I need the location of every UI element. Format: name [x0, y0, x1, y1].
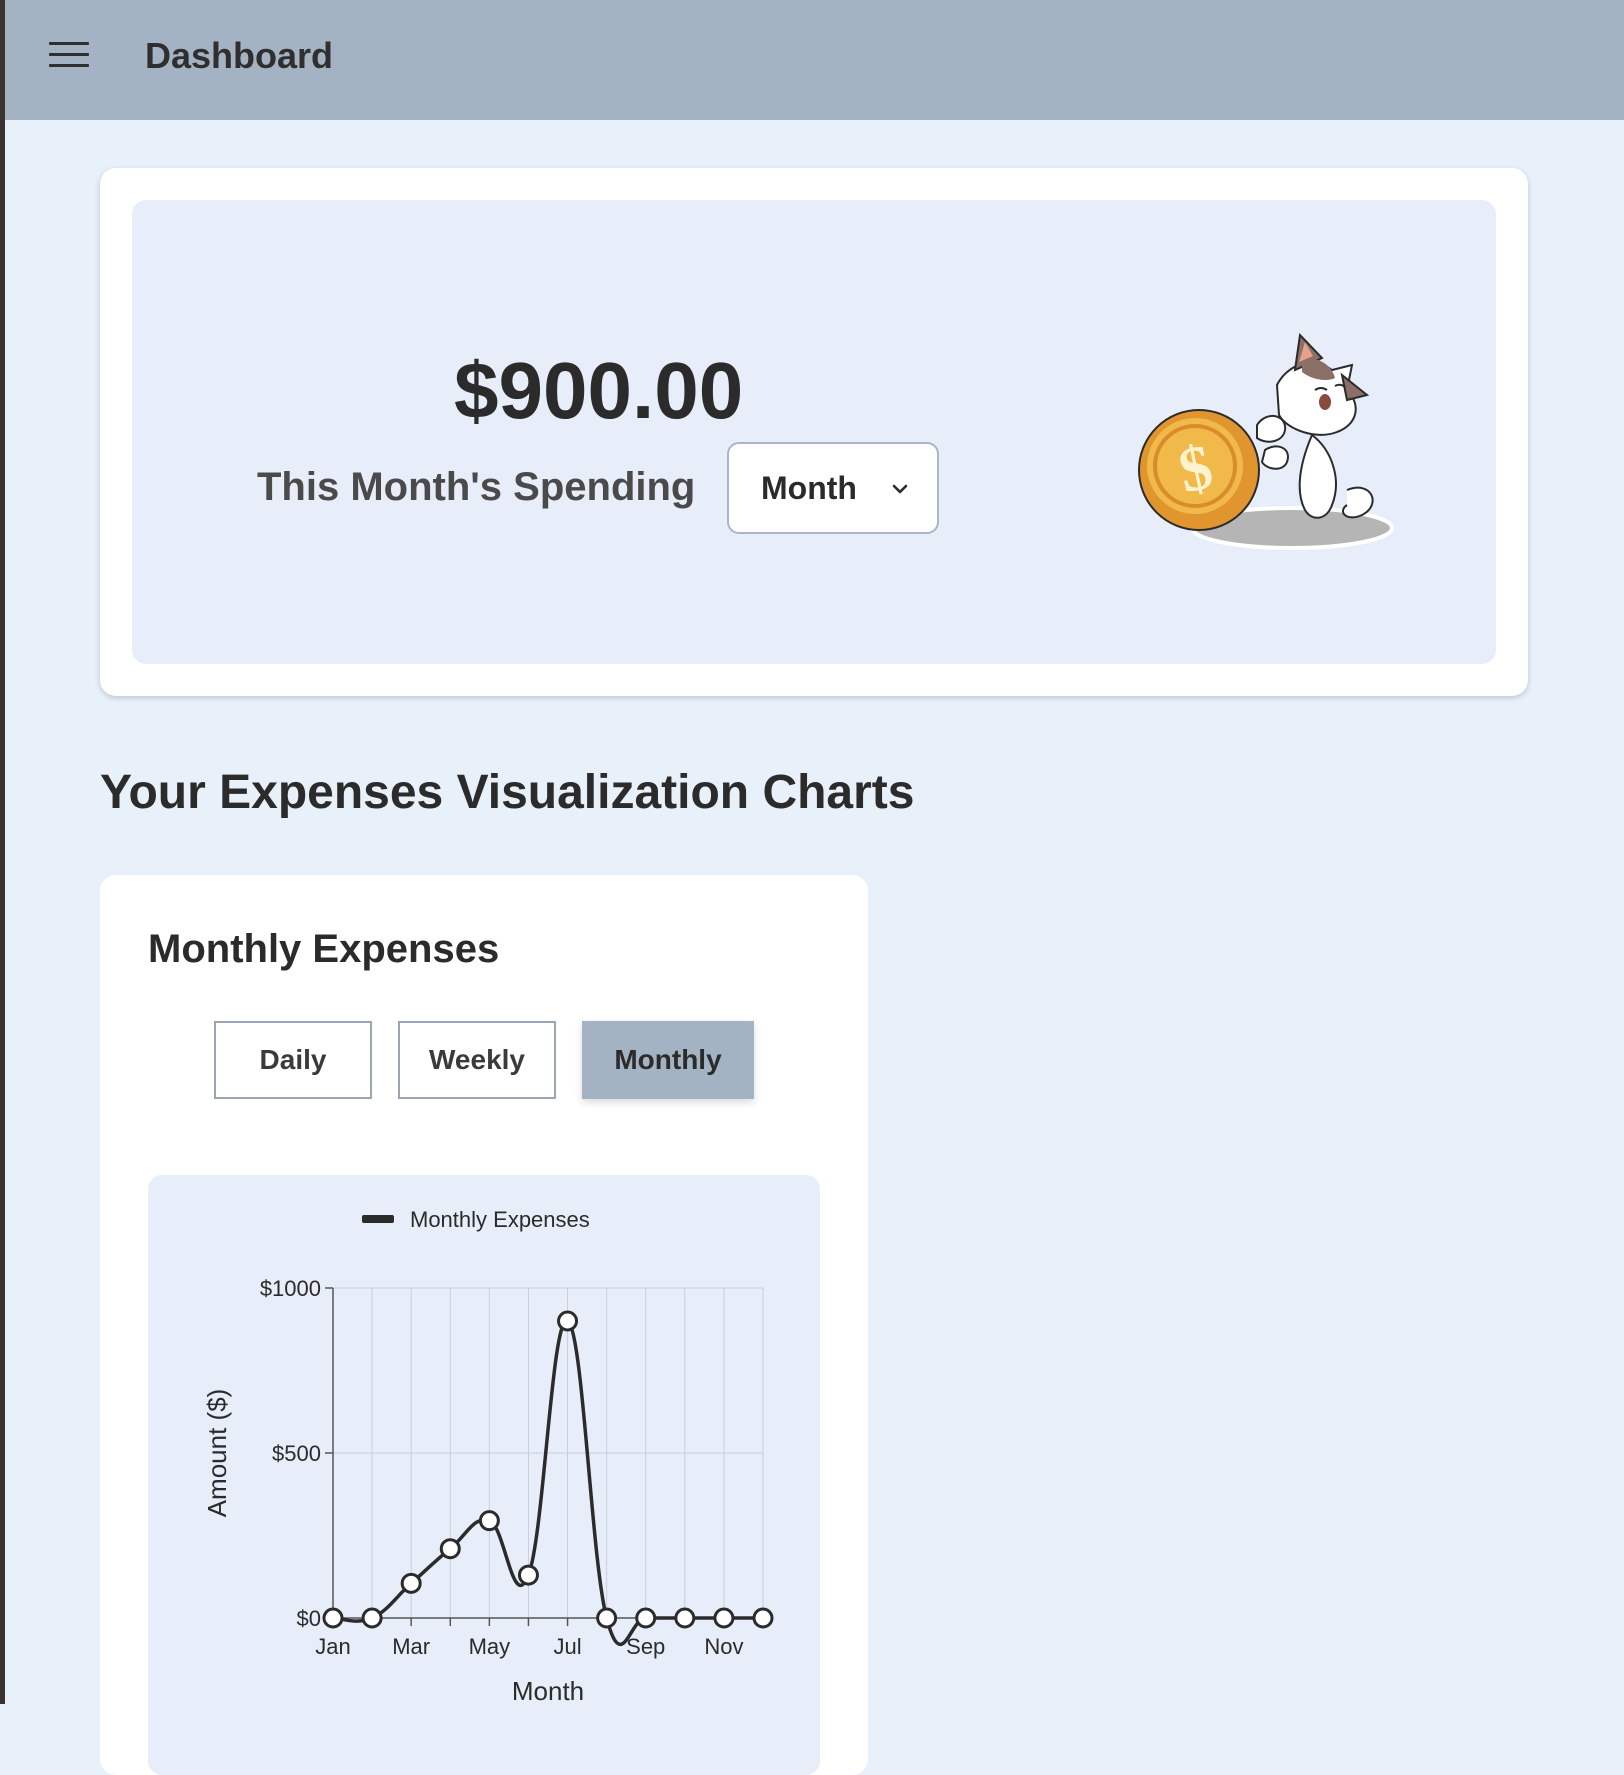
x-tick-label: Nov [704, 1634, 743, 1659]
data-point [400, 1572, 422, 1594]
y-tick-label: $0 [297, 1606, 321, 1631]
spending-summary-panel: $900.00 This Month's Spending Month $ [132, 200, 1496, 664]
chevron-down-icon [892, 484, 908, 494]
data-point [478, 1510, 500, 1532]
x-axis-title: Month [512, 1676, 584, 1706]
data-point [596, 1607, 618, 1629]
tab-weekly[interactable]: Weekly [398, 1021, 556, 1099]
charts-section-title: Your Expenses Visualization Charts [100, 766, 915, 819]
data-point [635, 1607, 657, 1629]
period-select-value: Month [761, 470, 857, 506]
data-point [361, 1607, 383, 1629]
chart-card-title: Monthly Expenses [148, 927, 500, 971]
hamburger-menu-icon[interactable] [49, 42, 89, 72]
y-axis-title: Amount ($) [202, 1389, 232, 1518]
data-point [713, 1607, 735, 1629]
period-select[interactable]: Month [727, 442, 939, 534]
data-point [557, 1310, 579, 1332]
y-tick-label: $500 [272, 1441, 321, 1466]
app-title: Dashboard [145, 35, 334, 76]
spending-summary-card: $900.00 This Month's Spending Month $ [100, 168, 1528, 696]
legend-swatch [362, 1215, 394, 1223]
data-point [752, 1607, 774, 1629]
spending-amount: $900.00 [454, 346, 744, 435]
line-chart: $0 $500 $1000 Jan Mar May Jul Sep Nov Month Amount… [202, 1207, 774, 1706]
x-tick-label: Mar [392, 1634, 430, 1659]
tab-daily[interactable]: Daily [214, 1021, 372, 1099]
data-point [517, 1564, 539, 1586]
data-point [439, 1538, 461, 1560]
data-point [322, 1607, 344, 1629]
legend-label: Monthly Expenses [410, 1207, 590, 1232]
spending-label: This Month's Spending [257, 465, 696, 509]
top-app-bar: Dashboard [5, 0, 1624, 120]
monthly-expenses-card: Monthly Expenses Daily Weekly Monthly $0… [100, 875, 868, 1775]
window-edge [0, 0, 5, 1704]
tab-monthly[interactable]: Monthly [582, 1021, 754, 1099]
x-tick-label: May [469, 1634, 511, 1659]
x-tick-label: Jul [553, 1634, 581, 1659]
series-line-monthly-expenses [332, 1319, 763, 1647]
data-point [674, 1607, 696, 1629]
chart-plot-area: $0 $500 $1000 Jan Mar May Jul Sep Nov Month Amount… [148, 1175, 820, 1775]
y-tick-label: $1000 [260, 1276, 321, 1301]
cat-with-coin-illustration: $ [1138, 332, 1394, 550]
x-tick-label: Jan [315, 1634, 350, 1659]
x-tick-label: Sep [626, 1634, 665, 1659]
